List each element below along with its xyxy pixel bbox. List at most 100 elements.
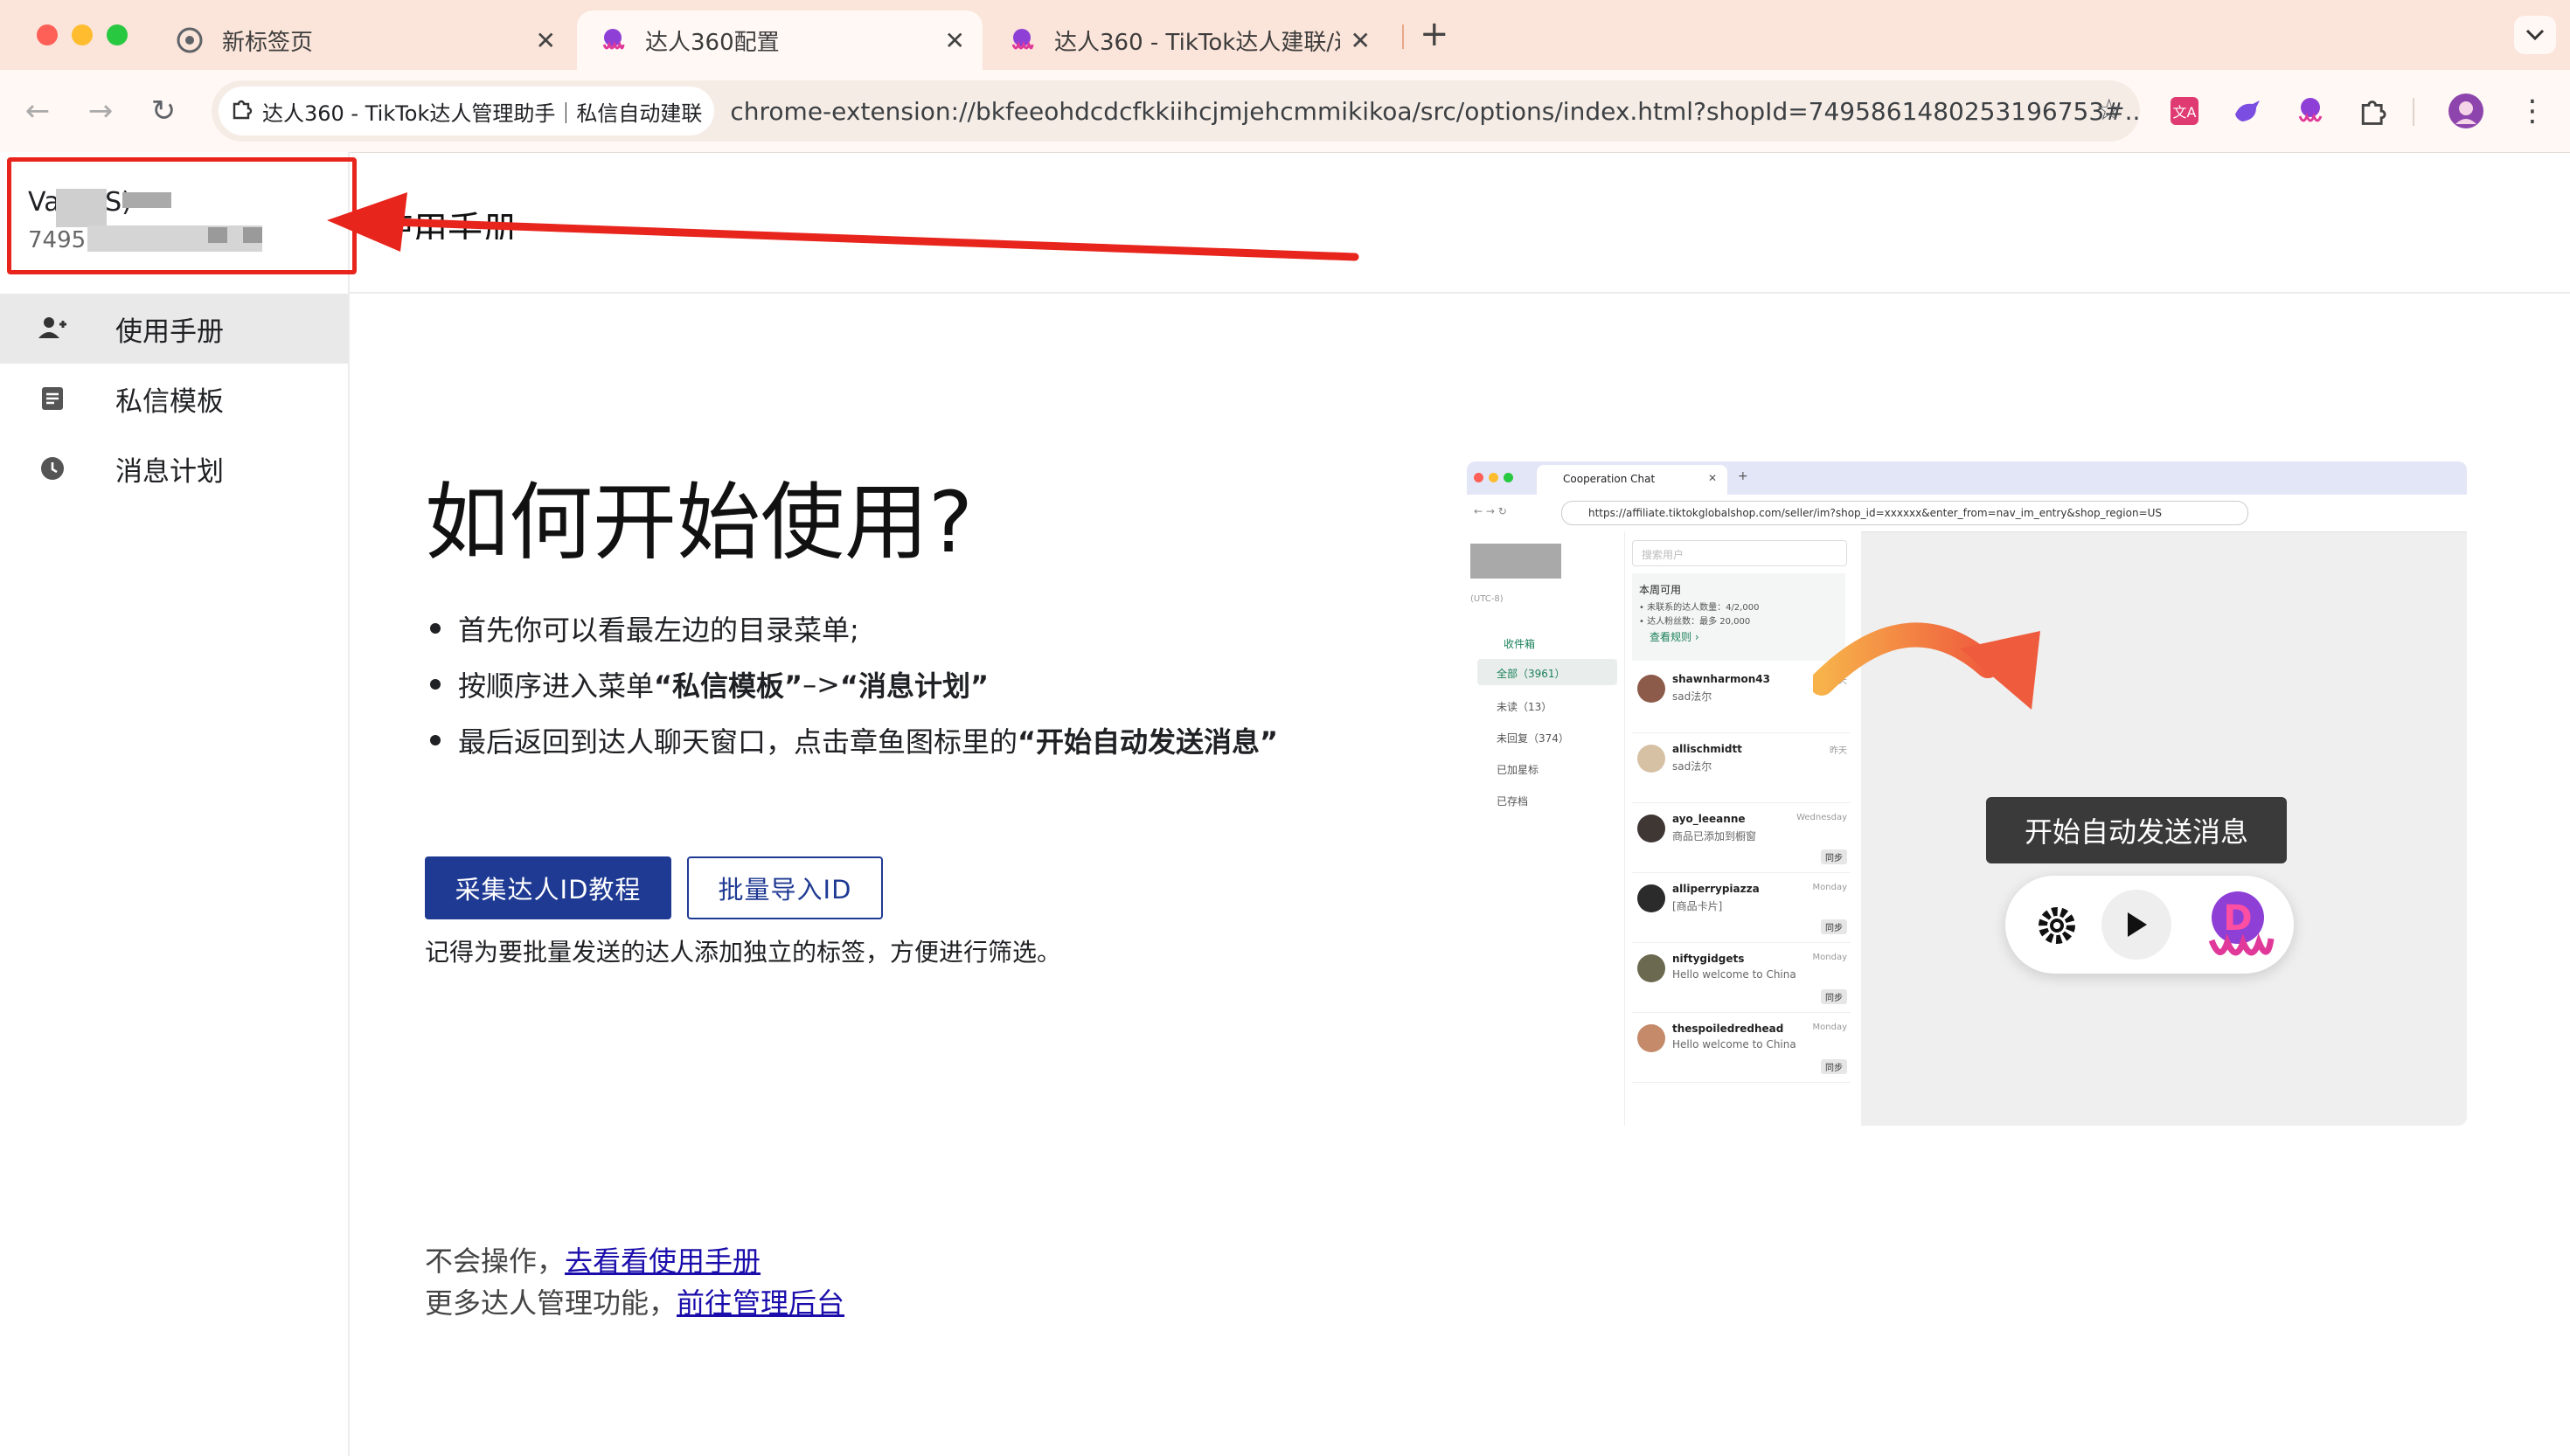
- illustration-tab-title: Cooperation Chat: [1563, 473, 1656, 485]
- illustration-url-bar: https://affiliate.tiktokglobalshop.com/s…: [1561, 501, 2248, 525]
- main-heading: 如何开始使用?: [425, 474, 973, 572]
- list-item: 首先你可以看最左边的目录菜单;: [425, 608, 859, 648]
- sidebar-item-label: 私信模板: [115, 385, 224, 418]
- sidebar-item-label: 使用手册: [115, 315, 224, 348]
- tab-title: 达人360 - TikTok达人建联/达人: [1054, 29, 1340, 56]
- extension-name: 达人360 - TikTok达人管理助手｜私信自动建联: [262, 101, 703, 126]
- chat-name: allischmidtt: [1672, 743, 1742, 755]
- collect-id-tutorial-button[interactable]: 采集达人ID教程: [425, 856, 671, 919]
- sidebar-item-label: 消息计划: [115, 455, 224, 488]
- octopus-control-pill: D: [2005, 876, 2294, 974]
- illustration-tab-bar: Cooperation Chat ✕ +: [1467, 461, 2467, 495]
- redaction-block: [243, 227, 262, 243]
- bullet-text: –>: [802, 668, 840, 701]
- puzzle-icon: [231, 97, 254, 125]
- illustration-filter: 未读（13）: [1497, 701, 1552, 713]
- reload-icon[interactable]: ↻: [143, 91, 184, 131]
- extension-site-chip[interactable]: 达人360 - TikTok达人管理助手｜私信自动建联: [219, 87, 715, 135]
- footer-admin-line: 更多达人管理功能，前往管理后台: [425, 1281, 844, 1321]
- close-icon[interactable]: ✕: [536, 26, 556, 55]
- bullet-bold: “开始自动发送消息”: [1018, 725, 1279, 759]
- illustration-chat-row: niftygidgets Hello welcome to China Mond…: [1632, 944, 1851, 1013]
- illustration-filter: 全部（3961）: [1497, 668, 1566, 680]
- back-arrow-icon[interactable]: ←: [17, 91, 58, 131]
- plus-icon: +: [1738, 469, 1748, 483]
- illustration-timezone: (UTC-8): [1470, 594, 1504, 604]
- tab-daren360-tiktok[interactable]: 达人360 - TikTok达人建联/达人 ✕: [986, 10, 1388, 70]
- tab-daren360-config[interactable]: 达人360配置 ✕: [577, 10, 983, 70]
- close-icon: ✕: [1708, 472, 1718, 484]
- tab-strip: 新标签页 ✕ 达人360配置 ✕ 达人360 - TikTok达人建联/达人 ✕…: [0, 0, 2570, 70]
- avatar: [1637, 815, 1665, 842]
- sidebar-item-manual[interactable]: 使用手册: [0, 294, 348, 364]
- illustration-chat-row: thespoiledredhead Hello welcome to China…: [1632, 1014, 1851, 1083]
- manual-link[interactable]: 去看看使用手册: [565, 1245, 761, 1278]
- close-icon[interactable]: ✕: [1351, 26, 1371, 55]
- chat-day: Monday: [1812, 1023, 1847, 1032]
- sidebar-item-schedule[interactable]: 消息计划: [0, 433, 348, 503]
- window-minimize-dot[interactable]: [72, 24, 93, 45]
- chat-msg: 商品已添加到橱窗: [1672, 830, 1757, 842]
- avatar: [1637, 1024, 1665, 1052]
- octopus-icon: D: [2194, 881, 2282, 972]
- chat-name: ayo_leeanne: [1672, 813, 1746, 825]
- illustration-filter: 未回复（374）: [1497, 732, 1569, 745]
- new-tab-plus-icon[interactable]: +: [1420, 14, 1449, 54]
- curved-arrow-icon: [1813, 622, 2040, 710]
- close-icon[interactable]: ✕: [945, 26, 965, 55]
- illustration-tab: Cooperation Chat ✕: [1537, 465, 1727, 495]
- tab-new-tab[interactable]: 新标签页 ✕: [154, 10, 573, 70]
- tab-search-chevron-icon[interactable]: [2514, 16, 2556, 54]
- avatar: [1637, 954, 1665, 982]
- bullet-dot: [430, 679, 441, 690]
- tab-title: 新标签页: [222, 29, 314, 56]
- sidebar-item-templates[interactable]: 私信模板: [0, 364, 348, 433]
- octopus-extension-icon[interactable]: [2292, 93, 2329, 129]
- window-close-dot[interactable]: [37, 24, 58, 45]
- extensions-puzzle-icon[interactable]: [2355, 93, 2392, 129]
- batch-import-id-button[interactable]: 批量导入ID: [687, 856, 883, 919]
- tab-separator: [1402, 24, 1404, 49]
- forward-arrow-icon[interactable]: →: [80, 91, 121, 131]
- bullet-bold: “消息计划”: [839, 669, 989, 703]
- clock-icon: [26, 455, 79, 482]
- chat-name: alliperrypiazza: [1672, 883, 1760, 895]
- sync-badge: 同步: [1821, 919, 1847, 934]
- red-arrow-annotation: [327, 192, 1359, 261]
- address-bar[interactable]: 达人360 - TikTok达人管理助手｜私信自动建联 chrome-exten…: [212, 80, 2140, 142]
- window-zoom-dot[interactable]: [107, 24, 128, 45]
- chrome-icon: [177, 27, 203, 53]
- bookmark-star-icon[interactable]: ☆: [2096, 93, 2122, 128]
- nav-arrows-icon: ← → ↻: [1474, 505, 1507, 517]
- octopus-icon: [1009, 27, 1035, 53]
- person-icon: [26, 315, 79, 342]
- admin-link[interactable]: 前往管理后台: [677, 1286, 844, 1320]
- illustration-rules-link: 查看规则 ›: [1650, 631, 1699, 643]
- chat-day: Monday: [1812, 883, 1847, 892]
- bullet-dot: [430, 623, 441, 634]
- chat-name: shawnharmon43: [1672, 673, 1770, 685]
- bullet-text: 按顺序进入菜单: [458, 669, 655, 703]
- illustration-week-line: • 达人粉丝数：最多 20,000: [1639, 617, 1751, 627]
- tab-title: 达人360配置: [645, 29, 780, 56]
- redaction-block: [122, 192, 171, 208]
- list-item: 按顺序进入菜单 “私信模板” –> “消息计划”: [425, 664, 989, 704]
- play-icon: [2101, 890, 2171, 960]
- chat-msg: sad法尔: [1672, 690, 1712, 703]
- illustration-week-line: • 未联系的达人数量：4/2,000: [1639, 603, 1760, 613]
- profile-avatar[interactable]: [2448, 93, 2484, 129]
- header-divider: [350, 292, 2570, 294]
- tag-note: 记得为要批量发送的达人添加独立的标签，方便进行筛选。: [425, 938, 1062, 967]
- sync-badge: 同步: [1821, 1059, 1847, 1074]
- sync-badge: 同步: [1821, 849, 1847, 864]
- illustration-toolbar: ← → ↻ https://affiliate.tiktokglobalshop…: [1467, 495, 2467, 532]
- avatar: [1637, 884, 1665, 912]
- octopus-icon: [600, 27, 626, 53]
- translate-extension-icon[interactable]: 文A: [2166, 93, 2203, 129]
- chat-msg: sad法尔: [1672, 760, 1712, 773]
- chrome-menu-icon[interactable]: ⋮: [2514, 93, 2551, 129]
- redaction-block: [208, 227, 227, 243]
- bird-extension-icon[interactable]: [2229, 93, 2266, 129]
- svg-text:文A: 文A: [2173, 104, 2197, 121]
- bullet-bold: “私信模板”: [654, 669, 803, 703]
